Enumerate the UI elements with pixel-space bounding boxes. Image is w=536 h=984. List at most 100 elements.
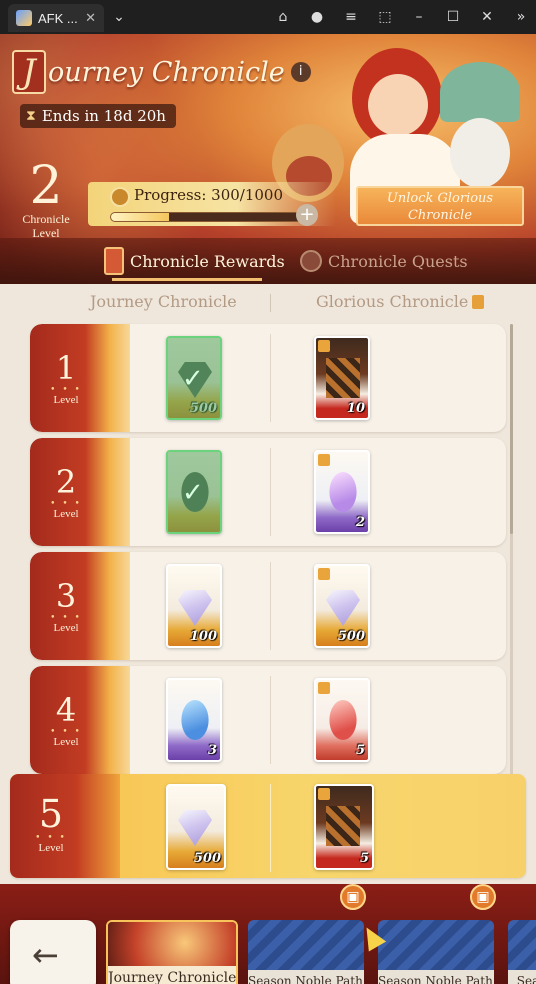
nav-journey-chronicle[interactable]: Journey Chronicle bbox=[106, 920, 238, 984]
chevron-right-icon[interactable]: » bbox=[512, 8, 530, 26]
blue-crystal-icon bbox=[181, 700, 209, 740]
free-reward-card[interactable]: 100 bbox=[166, 564, 222, 648]
game-viewport: J ourney Chronicle i ⧗ Ends in 18d 20h 2… bbox=[0, 34, 536, 984]
row-level-dots: • • • bbox=[35, 833, 67, 843]
unlock-glorious-chronicle-button[interactable]: Unlock Glorious Chronicle bbox=[356, 186, 524, 226]
free-reward-card[interactable]: 500 bbox=[166, 784, 226, 870]
nav-season-noble-path-2[interactable]: Season Noble Path II bbox=[378, 920, 494, 984]
column-header-glorious: Glorious Chronicle bbox=[316, 292, 485, 311]
row-level-badge: 2 • • • Level bbox=[30, 438, 130, 546]
lock-icon bbox=[318, 788, 330, 800]
row-level-caption: Level bbox=[53, 394, 79, 406]
tab-chronicle-rewards[interactable]: Chronicle Rewards bbox=[104, 244, 285, 278]
title-initial: J bbox=[12, 50, 46, 94]
unlock-button-line-1: Unlock Glorious bbox=[386, 191, 494, 206]
scrollbar-thumb[interactable] bbox=[510, 324, 513, 534]
nav-season-more[interactable]: Sea bbox=[508, 920, 536, 984]
reward-quantity: 500 bbox=[189, 401, 217, 416]
row-level-badge: 5 • • • Level bbox=[10, 774, 120, 878]
tab-title: AFK ... bbox=[38, 10, 78, 26]
reward-quantity: 500 bbox=[337, 629, 365, 644]
progress-bar bbox=[110, 212, 306, 222]
crystal-icon bbox=[329, 472, 357, 512]
row-level-caption: Level bbox=[53, 736, 79, 748]
hourglass-icon: ⧗ bbox=[26, 108, 36, 124]
premium-reward-card[interactable]: 10 bbox=[314, 336, 370, 420]
reward-row-3: 3 • • • Level 100 500 bbox=[30, 552, 506, 660]
premium-reward-card[interactable]: 5 bbox=[314, 784, 374, 870]
heroine-face bbox=[368, 74, 428, 136]
free-reward-card[interactable]: ✓ bbox=[166, 450, 222, 534]
reward-row-1: 1 • • • Level ✓ 500 10 bbox=[30, 324, 506, 432]
premium-reward-card[interactable]: 500 bbox=[314, 564, 370, 648]
screenshot-icon[interactable]: ⬚ bbox=[376, 8, 394, 26]
lock-icon bbox=[318, 340, 330, 352]
gift-icon[interactable]: ⌂ bbox=[274, 8, 292, 26]
lock-icon bbox=[318, 454, 330, 466]
level-number: 2 bbox=[29, 156, 63, 216]
row-level-caption: Level bbox=[53, 508, 79, 520]
nav-season-noble-path-1[interactable]: Season Noble Path I bbox=[248, 920, 364, 984]
row-level-dots: • • • bbox=[50, 385, 82, 395]
progress-panel: Progress: 300/1000 + bbox=[88, 182, 336, 226]
ends-text: Ends in 18d 20h bbox=[41, 107, 166, 125]
browser-tab[interactable]: AFK ... ✕ bbox=[8, 4, 104, 32]
row-level-dots: • • • bbox=[50, 727, 82, 737]
row-divider bbox=[270, 784, 271, 872]
premium-reward-card[interactable]: 2 bbox=[314, 450, 370, 534]
minimize-icon[interactable]: – bbox=[410, 8, 428, 26]
season-noble-path-thumbnail bbox=[378, 920, 494, 972]
checkmark-icon: ✓ bbox=[182, 364, 204, 394]
row-divider bbox=[270, 676, 271, 764]
tab-dropdown-icon[interactable]: ⌄ bbox=[110, 8, 128, 26]
window-titlebar: AFK ... ✕ ⌄ ⌂ ● ≡ ⬚ – ☐ ✕ » bbox=[0, 0, 536, 34]
rewards-card-icon bbox=[104, 247, 124, 275]
row-level-number: 4 bbox=[55, 691, 77, 729]
summon-scroll-icon bbox=[326, 806, 360, 846]
unlock-button-line-2: Chronicle bbox=[407, 208, 473, 223]
witch-hat bbox=[440, 62, 520, 122]
tab-chronicle-quests[interactable]: Chronicle Quests bbox=[300, 244, 468, 278]
add-progress-button[interactable]: + bbox=[296, 204, 318, 226]
app-icon bbox=[16, 10, 32, 26]
row-level-number: 1 bbox=[55, 349, 77, 387]
progress-coin-icon bbox=[110, 187, 130, 207]
menu-icon[interactable]: ≡ bbox=[342, 8, 360, 26]
reward-row-2: 2 • • • Level ✓ 2 bbox=[30, 438, 506, 546]
nav-label: Sea bbox=[508, 970, 536, 984]
diamond-icon bbox=[178, 810, 212, 846]
info-icon[interactable]: i bbox=[290, 62, 311, 82]
diamond-icon bbox=[178, 590, 212, 626]
page-title: J ourney Chronicle i bbox=[12, 50, 311, 94]
quest-exclamation-icon bbox=[300, 250, 322, 272]
active-tab-indicator bbox=[112, 278, 262, 281]
tab-bar: Chronicle Rewards Chronicle Quests bbox=[0, 238, 536, 284]
diamond-icon bbox=[326, 590, 360, 626]
free-reward-card[interactable]: ✓ 500 bbox=[166, 336, 222, 420]
free-reward-card[interactable]: 3 bbox=[166, 678, 222, 762]
back-arrow-icon: ← bbox=[32, 936, 59, 974]
column-header-journey: Journey Chronicle bbox=[90, 292, 237, 311]
row-level-number: 3 bbox=[55, 577, 77, 615]
gift-icon[interactable]: ▣ bbox=[340, 884, 366, 910]
reward-quantity: 100 bbox=[189, 629, 217, 644]
row-level-number: 2 bbox=[55, 463, 77, 501]
lock-icon bbox=[318, 682, 330, 694]
maximize-icon[interactable]: ☐ bbox=[444, 8, 462, 26]
tab-label: Chronicle Quests bbox=[328, 251, 468, 271]
nav-label: Season Noble Path I bbox=[248, 970, 364, 984]
tab-close-icon[interactable]: ✕ bbox=[85, 10, 96, 26]
gift-icon[interactable]: ▣ bbox=[470, 884, 496, 910]
back-button[interactable]: ← bbox=[10, 920, 96, 984]
red-crystal-icon bbox=[329, 700, 357, 740]
close-icon[interactable]: ✕ bbox=[478, 8, 496, 26]
row-level-caption: Level bbox=[38, 842, 64, 854]
row-level-number: 5 bbox=[38, 792, 64, 836]
premium-reward-card[interactable]: 5 bbox=[314, 678, 370, 762]
account-icon[interactable]: ● bbox=[308, 8, 326, 26]
reward-row-5-current: 5 • • • Level 500 5 bbox=[10, 774, 526, 878]
row-level-badge: 4 • • • Level bbox=[30, 666, 130, 774]
goat-companion bbox=[450, 118, 510, 188]
reward-quantity: 2 bbox=[355, 515, 365, 530]
lock-icon bbox=[318, 568, 330, 580]
